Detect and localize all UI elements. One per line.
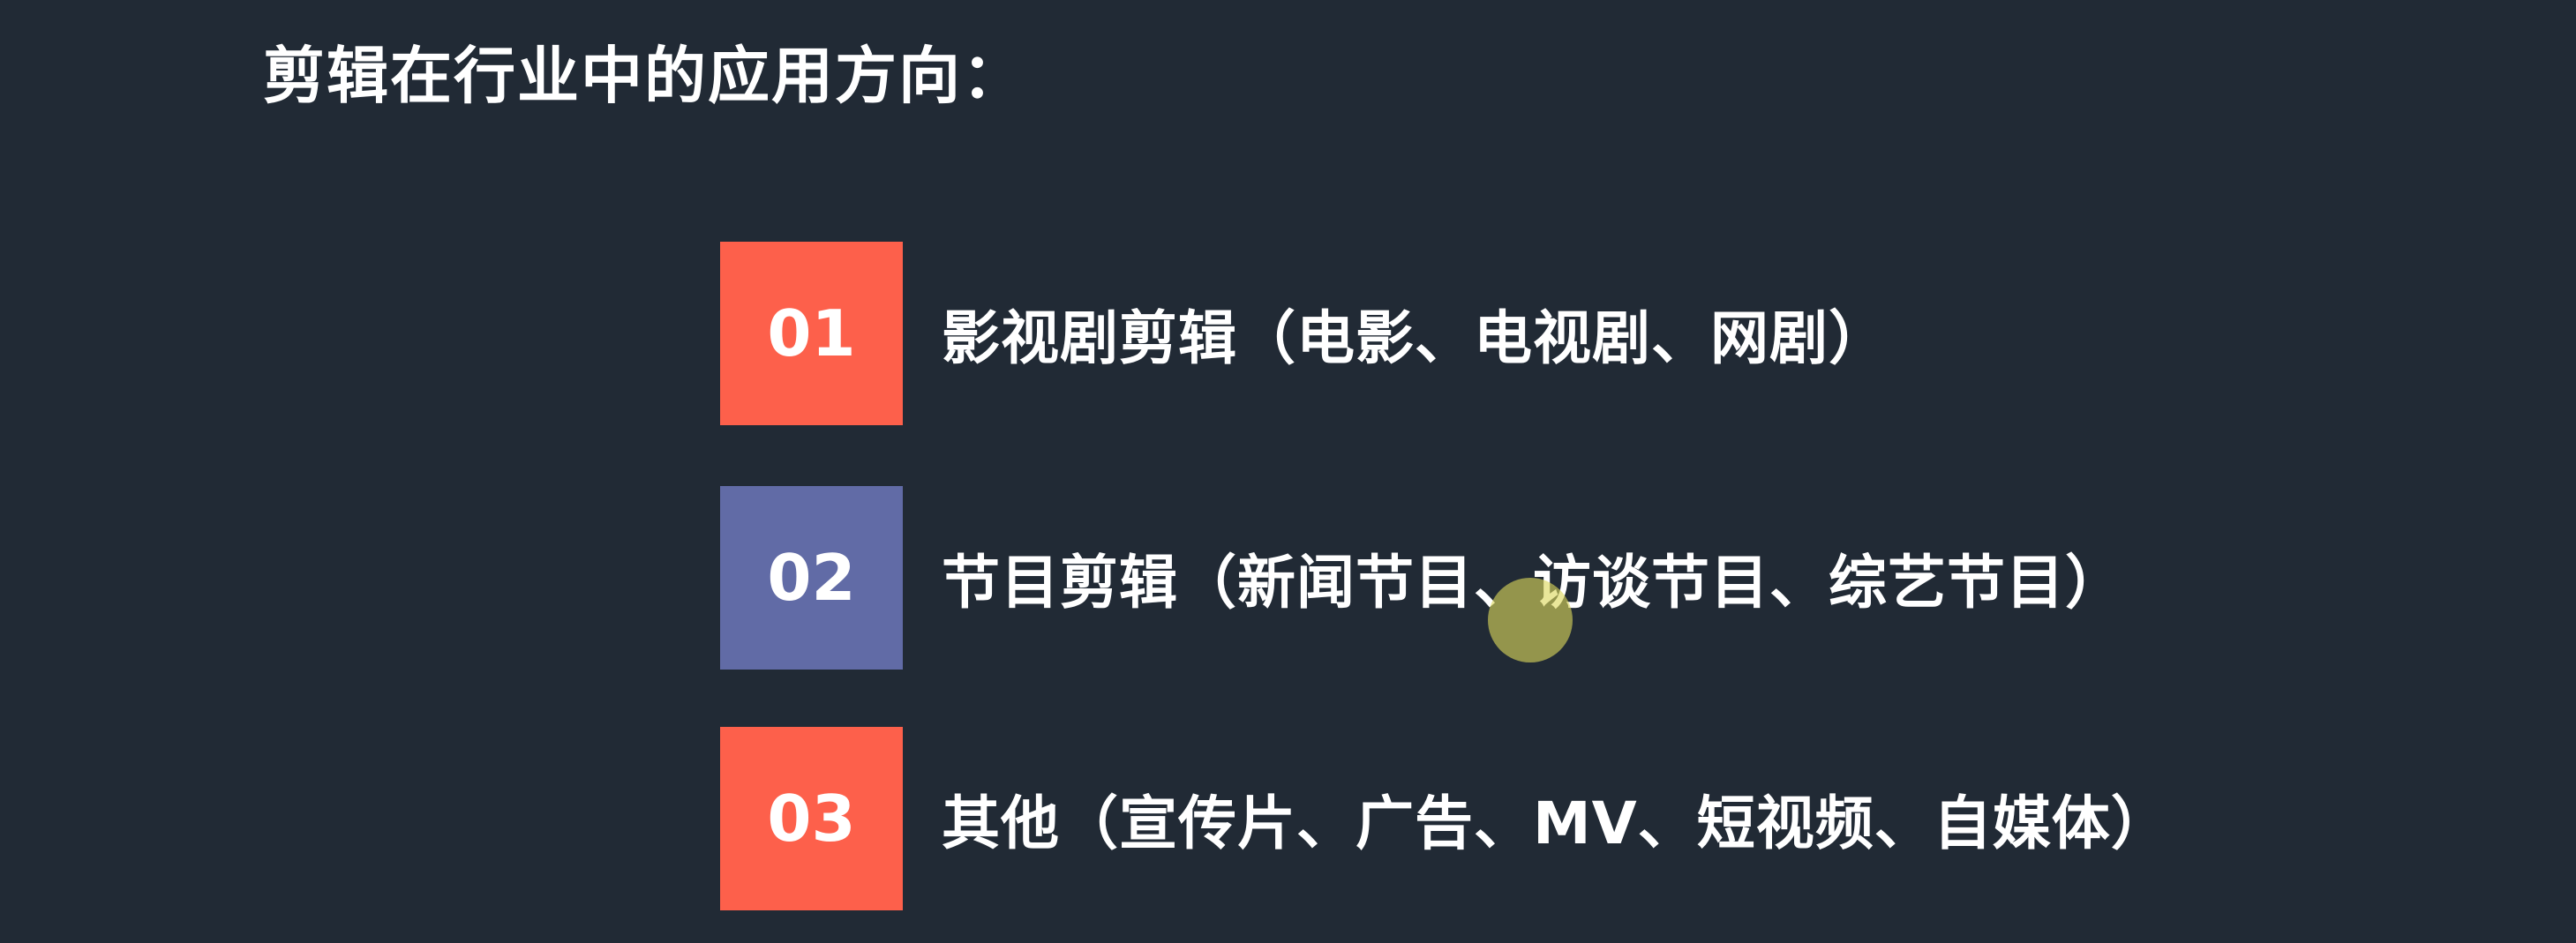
item-number-badge: 02 [720,486,903,670]
item-label: 影视剧剪辑（电影、电视剧、网剧） [942,304,1888,372]
cursor-highlight-icon [1488,578,1573,662]
slide-title: 剪辑在行业中的应用方向： [263,40,1025,112]
item-number-badge: 03 [720,727,903,910]
slide: 剪辑在行业中的应用方向： 01 影视剧剪辑（电影、电视剧、网剧） 02 节目剪辑… [0,0,2576,943]
list-item-03: 03 其他（宣传片、广告、MV、短视频、自媒体） [720,727,2170,910]
list-item-01: 01 影视剧剪辑（电影、电视剧、网剧） [720,242,1888,425]
item-label: 其他（宣传片、广告、MV、短视频、自媒体） [942,790,2170,857]
item-number-badge: 01 [720,242,903,425]
list-item-02: 02 节目剪辑（新闻节目、访谈节目、综艺节目） [720,486,2124,670]
